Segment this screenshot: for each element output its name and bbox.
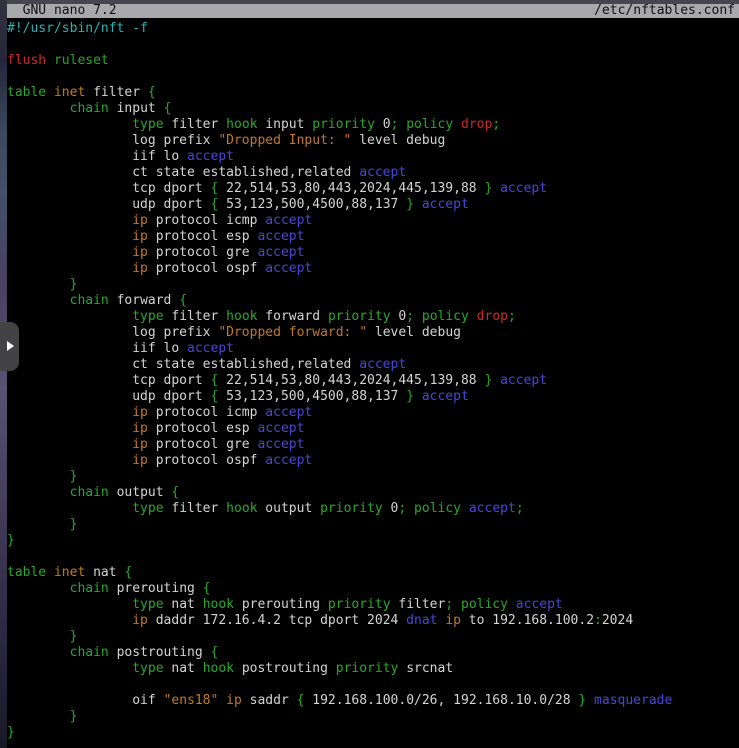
code-line: } xyxy=(7,533,739,549)
terminal-window: GNU nano 7.2 /etc/nftables.conf #!/usr/s… xyxy=(7,0,739,748)
code-line: tcp dport { 22,514,53,80,443,2024,445,13… xyxy=(7,373,739,389)
code-line: table inet nat { xyxy=(7,565,739,581)
code-line: log prefix "Dropped Input: " level debug xyxy=(7,133,739,149)
code-line: ip protocol ospf accept xyxy=(7,453,739,469)
code-line xyxy=(7,677,739,693)
nano-titlebar: GNU nano 7.2 /etc/nftables.conf xyxy=(7,4,739,18)
code-line: } xyxy=(7,469,739,485)
code-line xyxy=(7,69,739,85)
code-line: ct state established,related accept xyxy=(7,357,739,373)
code-line: #!/usr/sbin/nft -f xyxy=(7,21,739,37)
code-line: ip protocol gre accept xyxy=(7,437,739,453)
code-line: ct state established,related accept xyxy=(7,165,739,181)
code-line: tcp dport { 22,514,53,80,443,2024,445,13… xyxy=(7,181,739,197)
code-line xyxy=(7,549,739,565)
code-line: type filter hook input priority 0; polic… xyxy=(7,117,739,133)
code-line: } xyxy=(7,725,739,741)
code-line: ip protocol esp accept xyxy=(7,421,739,437)
app-title: GNU nano 7.2 xyxy=(7,4,117,18)
code-line: ip protocol icmp accept xyxy=(7,213,739,229)
editor-area[interactable]: #!/usr/sbin/nft -f flush ruleset table ine… xyxy=(7,18,739,741)
code-line: iif lo accept xyxy=(7,341,739,357)
code-line: flush ruleset xyxy=(7,53,739,69)
code-line: ip protocol gre accept xyxy=(7,245,739,261)
play-arrow-icon xyxy=(7,341,14,351)
code-line: chain output { xyxy=(7,485,739,501)
desktop-wallpaper-edge xyxy=(0,0,7,748)
code-line xyxy=(7,37,739,53)
code-line: log prefix "Dropped forward: " level deb… xyxy=(7,325,739,341)
code-line: ip protocol ospf accept xyxy=(7,261,739,277)
code-line: type filter hook forward priority 0; pol… xyxy=(7,309,739,325)
code-line: } xyxy=(7,517,739,533)
code-line: oif "ens18" ip saddr { 192.168.100.0/26,… xyxy=(7,693,739,709)
code-line: type nat hook prerouting priority filter… xyxy=(7,597,739,613)
code-line: udp dport { 53,123,500,4500,88,137 } acc… xyxy=(7,197,739,213)
code-line: } xyxy=(7,709,739,725)
code-line: } xyxy=(7,277,739,293)
code-line: ip protocol esp accept xyxy=(7,229,739,245)
code-line: chain forward { xyxy=(7,293,739,309)
code-line: udp dport { 53,123,500,4500,88,137 } acc… xyxy=(7,389,739,405)
code-line: chain postrouting { xyxy=(7,645,739,661)
file-path: /etc/nftables.conf xyxy=(594,4,735,18)
code-line: chain prerouting { xyxy=(7,581,739,597)
code-line: ip protocol icmp accept xyxy=(7,405,739,421)
code-line: chain input { xyxy=(7,101,739,117)
code-line: type nat hook postrouting priority srcna… xyxy=(7,661,739,677)
code-line: ip daddr 172.16.4.2 tcp dport 2024 dnat … xyxy=(7,613,739,629)
code-line: } xyxy=(7,629,739,645)
code-line: type filter hook output priority 0; poli… xyxy=(7,501,739,517)
code-line: table inet filter { xyxy=(7,85,739,101)
nano-editor-screen: GNU nano 7.2 /etc/nftables.conf #!/usr/s… xyxy=(0,0,739,748)
code-line: iif lo accept xyxy=(7,149,739,165)
sidebar-toggle-handle[interactable] xyxy=(0,322,19,371)
